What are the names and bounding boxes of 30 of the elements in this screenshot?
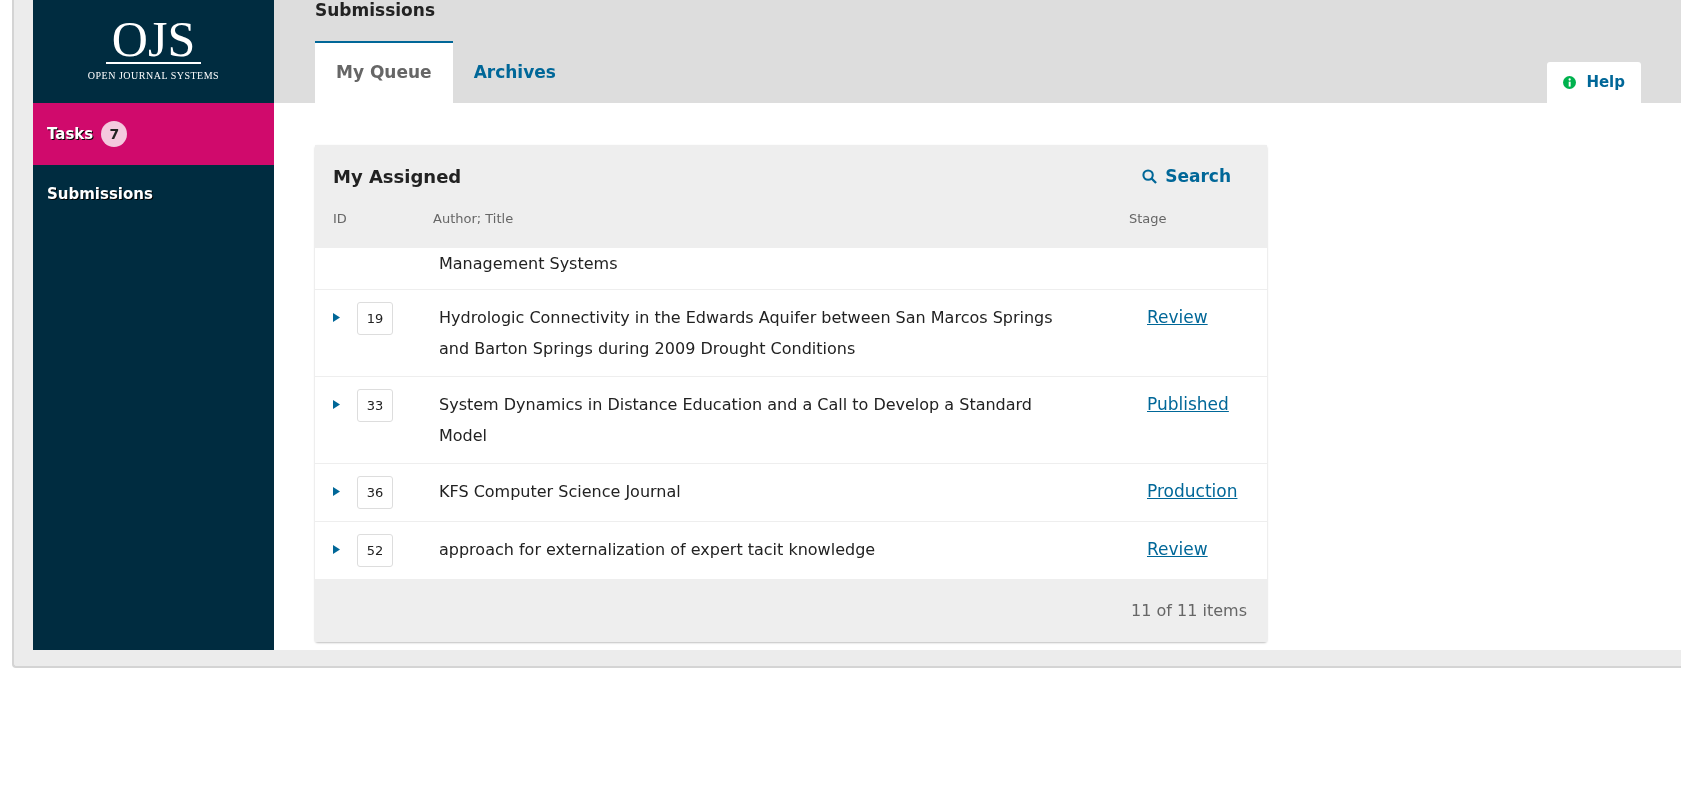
submission-id: 19 [357,302,393,335]
help-button[interactable]: Help [1547,62,1641,103]
page-title: Submissions [315,0,437,20]
stage-link[interactable]: Published [1147,394,1229,414]
tab[interactable]: My Queue [315,41,453,103]
submission-id: 36 [357,476,393,509]
stage-link[interactable]: Review [1147,307,1208,327]
stage-link[interactable]: Review [1147,539,1208,559]
submission-id: 52 [357,534,393,567]
search-button[interactable]: Search [1142,163,1249,190]
info-icon [1563,76,1577,89]
column-header: Author; Title [433,210,515,229]
count-badge: 7 [101,121,128,147]
submission-title: System Dynamics in Distance Education and a Call to Develop a Standard Model [439,395,1032,445]
submission-title: approach for externalization of expert tacit knowledge [439,540,876,559]
tab[interactable]: Archives [452,41,577,103]
column-header: Stage [1129,210,1168,229]
submission-title: Management Systems [439,254,618,273]
sidebar-item[interactable]: Tasks 7 [33,103,274,165]
submission-title: Hydrologic Connectivity in the Edwards Aquifer between San Marcos Springs and Barton Springs during 2009 Drought Conditions [439,308,1053,358]
panel-title: My Assigned [333,165,462,189]
submission-id: 33 [357,389,393,422]
logo-mark: OJS [105,17,202,64]
logo-caption: OPEN JOURNAL SYSTEMS [87,69,220,83]
sidebar-item[interactable]: Submissions [33,165,274,223]
item-count: 11 of 11 items [1131,600,1247,622]
column-header: ID [333,210,348,229]
stage-link[interactable]: Production [1147,481,1238,501]
submission-title: KFS Computer Science Journal [439,482,681,501]
search-icon [1142,169,1158,184]
